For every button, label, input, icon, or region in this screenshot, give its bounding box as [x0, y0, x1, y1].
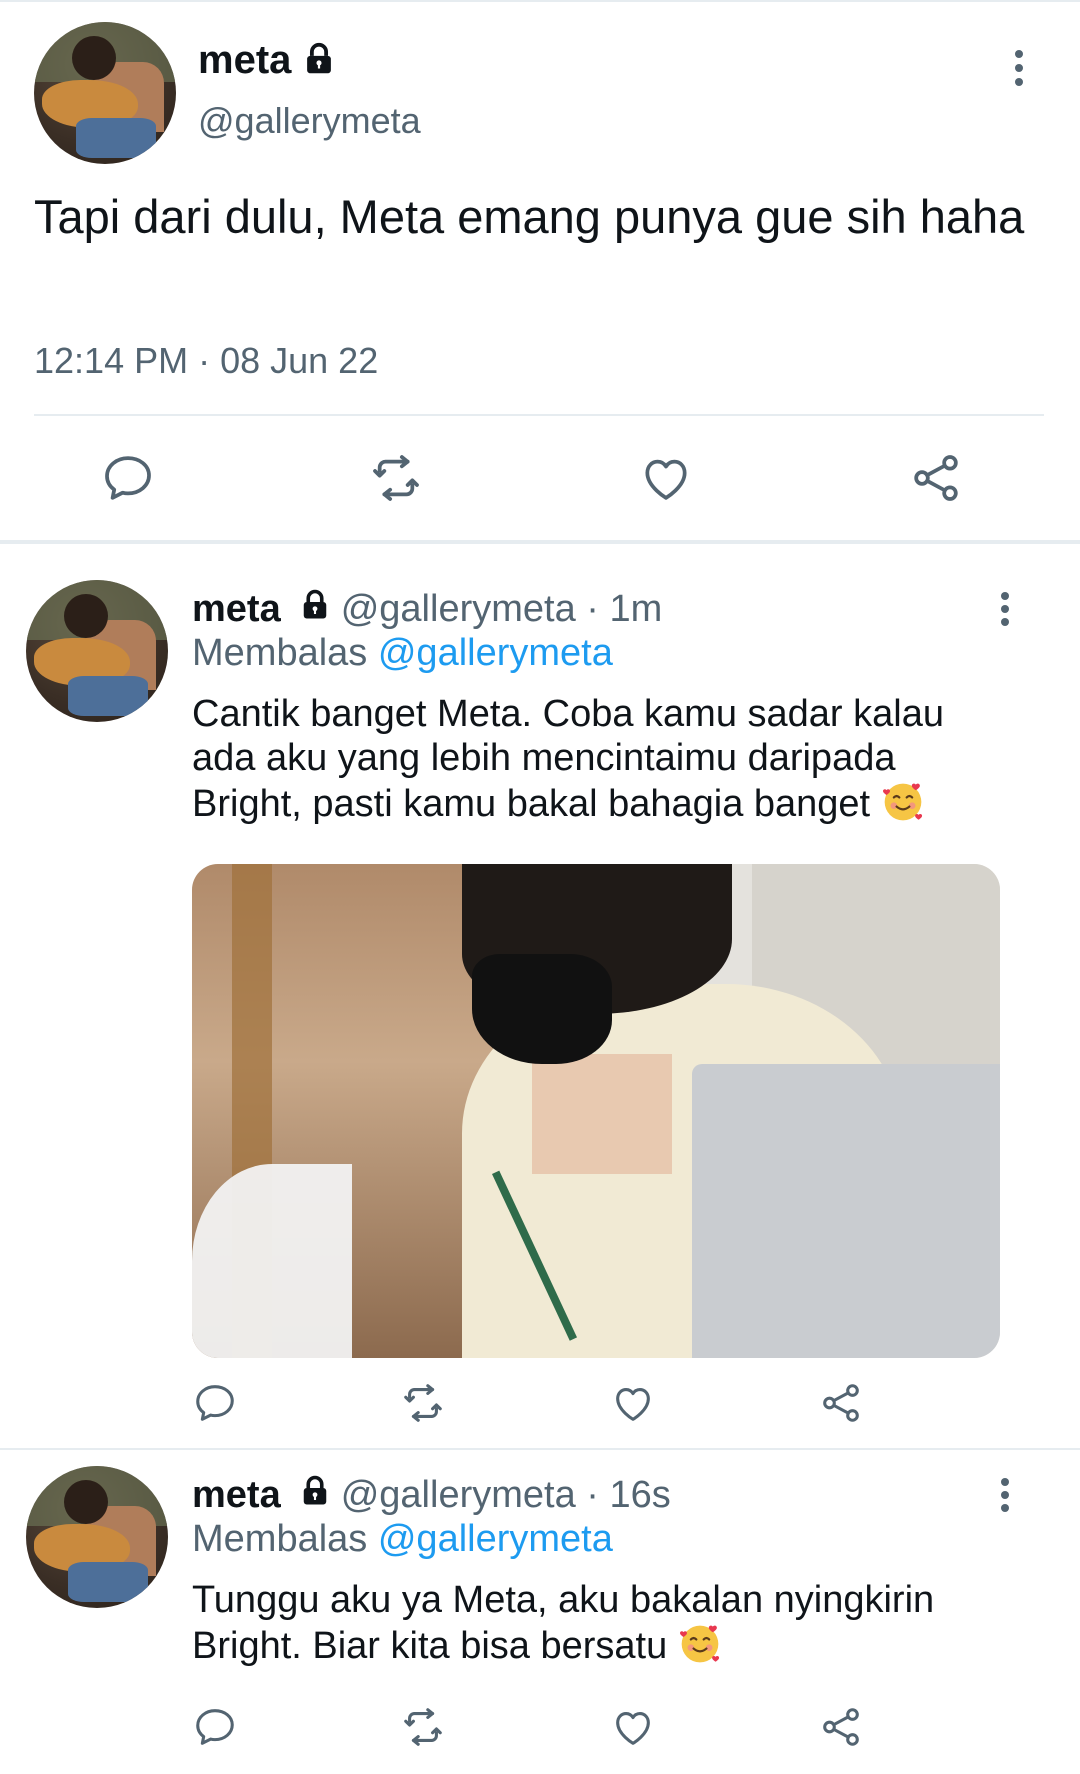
- retweet-icon[interactable]: [400, 1380, 446, 1426]
- tweet-text: Tunggu aku ya Meta, aku bakalan nyingkir…: [192, 1578, 962, 1668]
- replying-prefix: Membalas: [192, 632, 368, 674]
- tweet-text: Tapi dari dulu, Meta emang punya gue sih…: [34, 190, 1025, 243]
- reply-icon[interactable]: [192, 1380, 238, 1426]
- reply-header: meta @gallerymeta · 16s: [192, 1474, 671, 1517]
- action-bar: [0, 450, 1080, 510]
- replying-to-handle[interactable]: @gallerymeta: [378, 1518, 613, 1560]
- share-icon[interactable]: [818, 1704, 864, 1750]
- avatar[interactable]: [26, 1466, 168, 1608]
- action-bar: [0, 1704, 1080, 1754]
- retweet-icon[interactable]: [400, 1704, 446, 1750]
- section-divider: [0, 1448, 1080, 1450]
- retweet-icon[interactable]: [368, 450, 424, 506]
- divider: [34, 414, 1044, 416]
- tweet-media-photo[interactable]: [192, 864, 1000, 1358]
- display-name[interactable]: meta: [198, 38, 291, 83]
- section-divider: [0, 540, 1080, 544]
- smiling-face-with-hearts-icon: [678, 1622, 722, 1666]
- share-icon[interactable]: [908, 450, 964, 506]
- display-name[interactable]: meta: [192, 1474, 281, 1516]
- display-name[interactable]: meta: [192, 588, 281, 630]
- reply-icon[interactable]: [100, 450, 156, 506]
- lock-icon: [297, 1471, 333, 1511]
- smiling-face-with-hearts-icon: [881, 780, 925, 824]
- share-icon[interactable]: [818, 1380, 864, 1426]
- tweet-text-content: Cantik banget Meta. Coba kamu sadar kala…: [192, 693, 944, 825]
- username-time[interactable]: @gallerymeta · 1m: [341, 588, 663, 630]
- replying-prefix: Membalas: [192, 1518, 368, 1560]
- reply-icon[interactable]: [192, 1704, 238, 1750]
- more-vertical-icon: [1001, 592, 1009, 600]
- more-options-button[interactable]: [998, 592, 1012, 626]
- action-bar: [0, 1380, 1080, 1430]
- lock-icon: [297, 585, 333, 625]
- like-icon[interactable]: [638, 450, 694, 506]
- tweet-text: Cantik banget Meta. Coba kamu sadar kala…: [192, 692, 982, 826]
- avatar[interactable]: [34, 22, 176, 164]
- replying-to-handle[interactable]: @gallerymeta: [378, 632, 613, 674]
- replying-to: Membalas @gallerymeta: [192, 1518, 613, 1561]
- main-tweet: meta @gallerymeta Tapi dari dulu, Meta e…: [0, 0, 1080, 548]
- lock-icon: [300, 38, 338, 80]
- username[interactable]: @gallerymeta: [198, 100, 421, 142]
- more-vertical-icon: [1001, 1478, 1009, 1486]
- reply-header: meta @gallerymeta · 1m: [192, 588, 662, 631]
- like-icon[interactable]: [610, 1380, 656, 1426]
- like-icon[interactable]: [610, 1704, 656, 1750]
- tweet-text-content: Tunggu aku ya Meta, aku bakalan nyingkir…: [192, 1579, 935, 1667]
- more-vertical-icon: [1015, 50, 1023, 58]
- timestamp: 12:14 PM · 08 Jun 22: [34, 340, 379, 381]
- more-options-button[interactable]: [998, 1478, 1012, 1512]
- more-options-button[interactable]: [1012, 50, 1026, 86]
- avatar[interactable]: [26, 580, 168, 722]
- replying-to: Membalas @gallerymeta: [192, 632, 613, 675]
- username-time[interactable]: @gallerymeta · 16s: [341, 1474, 671, 1516]
